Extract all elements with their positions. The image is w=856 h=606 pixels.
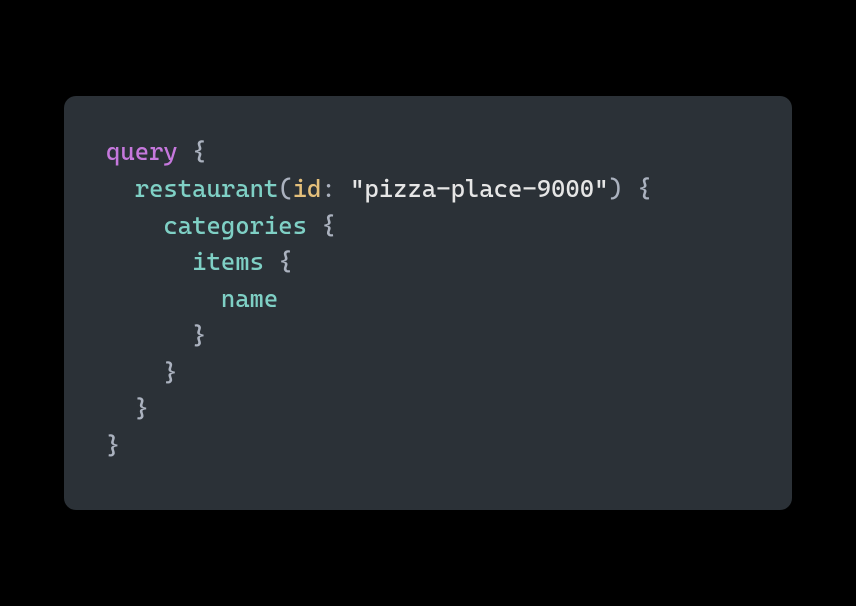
token-indent: [106, 284, 221, 313]
token-field: restaurant: [135, 174, 279, 203]
token-brace: }: [163, 358, 177, 387]
token-colon: :: [321, 174, 350, 203]
token-brace: {: [264, 247, 293, 276]
token-brace: {: [307, 211, 336, 240]
token-brace: }: [106, 431, 120, 460]
token-keyword: query: [106, 137, 178, 166]
code-content: query { restaurant(id: "pizza-place-9000…: [106, 134, 750, 465]
token-string: "pizza-place-9000": [350, 174, 608, 203]
token-field: items: [192, 247, 264, 276]
token-field: categories: [163, 211, 307, 240]
token-indent: [106, 394, 135, 423]
token-indent: [106, 321, 192, 350]
token-indent: [106, 174, 135, 203]
token-paren: ): [608, 174, 622, 203]
token-indent: [106, 247, 192, 276]
token-indent: [106, 358, 163, 387]
code-block: query { restaurant(id: "pizza-place-9000…: [64, 96, 792, 510]
token-field: name: [221, 284, 278, 313]
token-brace: }: [192, 321, 206, 350]
token-brace: }: [135, 394, 149, 423]
token-brace: {: [178, 137, 207, 166]
token-param: id: [293, 174, 322, 203]
token-indent: [106, 211, 163, 240]
token-paren: (: [278, 174, 292, 203]
token-brace: {: [623, 174, 652, 203]
